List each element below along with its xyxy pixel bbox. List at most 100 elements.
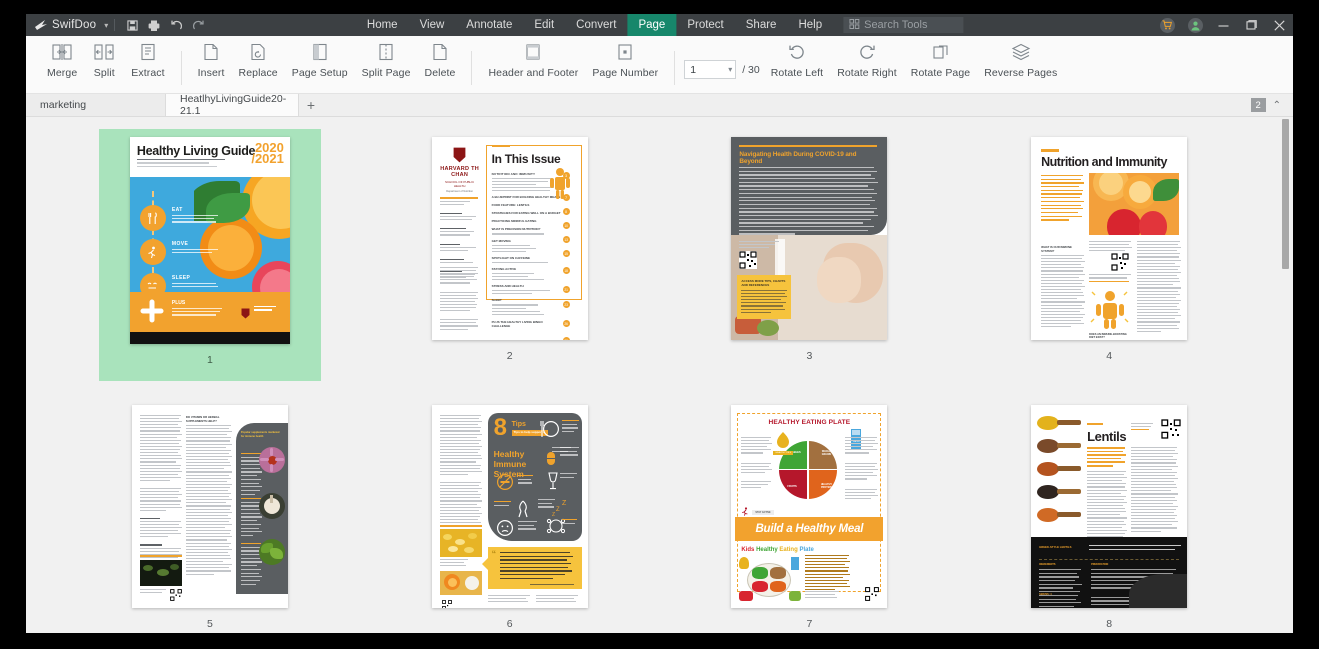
app-brand[interactable]: SwifDoo ▾: [26, 19, 108, 31]
swifdoo-logo-icon: [34, 19, 48, 31]
page-number-input[interactable]: 1 ▾: [684, 60, 737, 79]
rotate-right-button[interactable]: Rotate Right: [830, 40, 904, 79]
delete-button[interactable]: Delete: [418, 40, 463, 79]
document-tab-marketing[interactable]: marketing: [26, 94, 166, 116]
app-menu-caret-icon[interactable]: ▾: [104, 21, 108, 30]
scrollbar-thumb[interactable]: [1282, 119, 1289, 269]
page-thumbnail-2[interactable]: HARVARD TH CHAN SCHOOL OF PUBLIC HEALTH …: [431, 137, 588, 340]
kids-plate-text: [805, 555, 851, 592]
document-tab-healthyliving[interactable]: HeatlhyLivingGuide20-21.1: [166, 93, 299, 117]
page-thumbnail-7[interactable]: HEALTHY EATING PLATE VEGETABLES WHOLE GR…: [731, 405, 888, 608]
page-thumbnail-workspace[interactable]: Healthy Living Guide 2020/2021 EAT MOVE …: [26, 117, 1293, 633]
page-total-label: / 30: [742, 63, 760, 76]
page-thumbnail-1[interactable]: Healthy Living Guide 2020/2021 EAT MOVE …: [129, 137, 290, 344]
menu-item-convert[interactable]: Convert: [565, 14, 627, 36]
page-thumbnail-6[interactable]: 8 Tips Tips to help support a Healthy Im…: [431, 405, 588, 608]
page-setup-button[interactable]: Page Setup: [285, 40, 355, 79]
menu-item-view[interactable]: View: [409, 14, 456, 36]
insert-button[interactable]: Insert: [191, 40, 232, 79]
tips-panel: 8 Tips Tips to help support a Healthy Im…: [487, 413, 582, 541]
menu-item-edit[interactable]: Edit: [523, 14, 565, 36]
thumbnail-cell-5[interactable]: DO VITAMIN OR HERBAL SUPPLEMENTS HELP? P…: [99, 397, 321, 633]
toc-entry-title[interactable]: FOOD FEATURE: LENTILS: [492, 203, 561, 207]
cover-year: 2020/2021: [251, 140, 284, 166]
page-thumbnail-5[interactable]: DO VITAMIN OR HERBAL SUPPLEMENTS HELP? P…: [131, 405, 288, 608]
thumbnail-cell-8[interactable]: Lentils GREEK-STYLE LENTILS INGREDIENTS …: [998, 397, 1220, 633]
search-tools-input[interactable]: Search Tools: [843, 17, 964, 33]
toc-entry-title[interactable]: STAYING ACTIVE: [492, 267, 561, 271]
thumbnail-cell-2[interactable]: HARVARD TH CHAN SCHOOL OF PUBLIC HEALTH …: [399, 129, 621, 381]
menu-item-home[interactable]: Home: [356, 14, 409, 36]
toc-entry-title[interactable]: PRACTICING MINDFUL EATING: [492, 219, 561, 223]
menu-item-protect[interactable]: Protect: [676, 14, 734, 36]
extract-button[interactable]: Extract: [124, 40, 171, 79]
menu-item-annotate[interactable]: Annotate: [455, 14, 523, 36]
recipe-heading: GREEK-STYLE LENTILS: [1039, 545, 1072, 549]
header-footer-icon: [524, 40, 542, 64]
redo-icon[interactable]: [187, 14, 209, 36]
rotate-page-button[interactable]: Rotate Page: [904, 40, 977, 79]
page-thumbnail-8[interactable]: Lentils GREEK-STYLE LENTILS INGREDIENTS …: [1031, 405, 1188, 608]
chevron-down-icon[interactable]: ▾: [728, 65, 732, 74]
toc-entry-title[interactable]: WHAT IS PRECISION NUTRITION?: [492, 227, 561, 231]
new-tab-button[interactable]: +: [299, 94, 323, 116]
vertical-scrollbar[interactable]: [1282, 119, 1289, 631]
chevron-up-icon[interactable]: ⌃: [1273, 100, 1281, 111]
supp-col2: DO VITAMIN OR HERBAL SUPPLEMENTS HELP?: [185, 415, 232, 577]
toc-logo-text: HARVARD TH CHAN: [440, 166, 480, 178]
merge-button[interactable]: Merge: [40, 40, 84, 79]
replace-button[interactable]: Replace: [232, 40, 285, 79]
covid-heading: Navigating Health During COVID-19 and Be…: [739, 151, 857, 165]
page-number-label: 2: [506, 350, 513, 362]
cover-section-eat: EAT: [171, 207, 220, 223]
save-icon[interactable]: [121, 14, 143, 36]
print-icon[interactable]: [143, 14, 165, 36]
menu-item-share[interactable]: Share: [735, 14, 788, 36]
toc-entry-title[interactable]: GET MOVING: [492, 239, 561, 243]
toc-entry-title[interactable]: PLUS THE HEALTHY LIVING BINGO CHALLENGE: [492, 320, 561, 328]
plate-note-left-1: [741, 437, 773, 456]
toc-entry-title[interactable]: SLEEP: [492, 298, 561, 302]
thumbnail-cell-4[interactable]: Nutrition and Immunity WHAT IS OUR IMMUN…: [998, 129, 1220, 381]
cover-footer-bar: [129, 332, 290, 344]
maximize-button[interactable]: [1237, 14, 1265, 36]
reverse-pages-button[interactable]: Reverse Pages: [977, 40, 1064, 79]
replace-label: Replace: [238, 67, 278, 79]
page-number-label: 8: [1106, 618, 1113, 630]
minimize-button[interactable]: [1209, 14, 1237, 36]
thumbnail-cell-7[interactable]: HEALTHY EATING PLATE VEGETABLES WHOLE GR…: [698, 397, 920, 633]
menu-item-help[interactable]: Help: [787, 14, 833, 36]
tips-word: Tips: [511, 421, 526, 428]
nutrition-intro: [1041, 175, 1085, 223]
undo-icon[interactable]: [165, 14, 187, 36]
page-number-icon: [616, 40, 634, 64]
toc-entry-title[interactable]: STRATEGIES FOR EATING WELL ON A BUDGET: [492, 211, 561, 215]
recipe-serves: SERVES: 4: [1039, 593, 1052, 596]
cover-title: Healthy Living Guide: [136, 144, 256, 158]
cart-button[interactable]: [1153, 14, 1181, 36]
ribbon-divider-3: [674, 50, 676, 85]
page-number-button[interactable]: Page Number: [585, 40, 665, 79]
thumbnail-cell-6[interactable]: 8 Tips Tips to help support a Healthy Im…: [399, 397, 621, 633]
rotate-left-button[interactable]: Rotate Left: [764, 40, 830, 79]
ribbon-group-rotate: Rotate Left Rotate Right Rotate Page Rev…: [764, 36, 1065, 93]
split-page-button[interactable]: Split Page: [355, 40, 418, 79]
thumbnail-cell-3[interactable]: Navigating Health During COVID-19 and Be…: [698, 129, 920, 381]
menu-item-page[interactable]: Page: [627, 14, 677, 36]
tab-count-badge[interactable]: 2: [1250, 98, 1266, 112]
split-button[interactable]: Split: [84, 40, 124, 79]
qr-code: [865, 587, 880, 601]
header-and-footer-button[interactable]: Header and Footer: [481, 40, 585, 79]
close-button[interactable]: [1265, 14, 1293, 36]
account-button[interactable]: [1181, 14, 1209, 36]
page-selector: 1 ▾ / 30: [684, 60, 760, 79]
page-thumbnail-4[interactable]: Nutrition and Immunity WHAT IS OUR IMMUN…: [1031, 137, 1188, 340]
split-icon: [94, 40, 114, 64]
toc-entry-title[interactable]: STRESS AND HEALTH: [492, 284, 561, 288]
svg-text:Z: Z: [556, 507, 560, 513]
toc-entry-title[interactable]: SPOTLIGHT ON CAFFEINE: [492, 256, 561, 260]
user-avatar-icon: [1187, 17, 1203, 33]
page-thumbnail-3[interactable]: Navigating Health During COVID-19 and Be…: [731, 137, 888, 340]
svg-text:Z: Z: [562, 500, 567, 507]
thumbnail-cell-1[interactable]: Healthy Living Guide 2020/2021 EAT MOVE …: [98, 129, 321, 381]
